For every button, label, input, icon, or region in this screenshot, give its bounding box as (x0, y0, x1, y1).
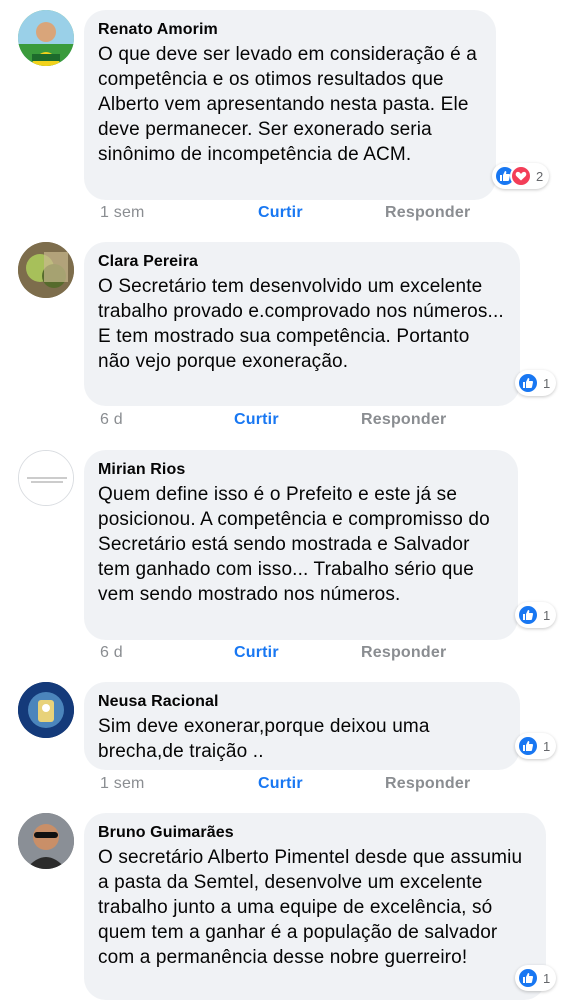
comment-actions: 1 sem Curtir Responder (100, 775, 520, 797)
comment-bubble: Neusa Racional Sim deve exonerar,porque … (84, 682, 520, 770)
like-reaction-icon (517, 372, 539, 394)
like-button[interactable]: Curtir (258, 204, 303, 222)
like-button[interactable]: Curtir (234, 411, 279, 429)
avatar[interactable] (18, 813, 74, 869)
like-reaction-icon (517, 967, 539, 989)
avatar[interactable] (18, 450, 74, 506)
comment-text: O secretário Alberto Pimentel desde que … (98, 847, 523, 968)
love-reaction-icon (510, 165, 532, 187)
reaction-summary[interactable]: 1 (515, 733, 557, 759)
comment-bubble: Bruno Guimarães O secretário Alberto Pim… (84, 813, 546, 1000)
comment-timestamp[interactable]: 1 sem (100, 775, 145, 793)
comment-timestamp[interactable]: 6 d (100, 411, 123, 429)
avatar[interactable] (18, 10, 74, 66)
reply-button[interactable]: Responder (385, 775, 470, 793)
avatar[interactable] (18, 242, 74, 298)
reaction-count: 2 (536, 168, 544, 184)
avatar[interactable] (18, 682, 74, 738)
avatar-photo-icon (18, 242, 74, 298)
comment-author[interactable]: Clara Pereira (98, 252, 504, 272)
comment-author[interactable]: Mirian Rios (98, 460, 502, 480)
reaction-summary[interactable]: 1 (515, 602, 557, 628)
like-reaction-icon (517, 735, 539, 757)
reaction-summary[interactable]: 1 (515, 370, 557, 396)
avatar-photo-icon (18, 813, 74, 869)
reaction-count: 1 (543, 970, 551, 986)
comment-author[interactable]: Bruno Guimarães (98, 823, 530, 843)
comment-bubble: Mirian Rios Quem define isso é o Prefeit… (84, 450, 518, 640)
comment-actions: 6 d Curtir Responder (100, 411, 520, 433)
reaction-count: 1 (543, 375, 551, 391)
reply-button[interactable]: Responder (385, 204, 470, 222)
comment-text: Sim deve exonerar,porque deixou uma brec… (98, 716, 430, 762)
avatar-photo-icon (19, 451, 73, 505)
reply-button[interactable]: Responder (361, 411, 446, 429)
comment-timestamp[interactable]: 6 d (100, 644, 123, 662)
reaction-count: 1 (543, 738, 551, 754)
comment-actions: 1 sem Curtir Responder (100, 204, 520, 226)
comment-actions: 6 d Curtir Responder (100, 644, 520, 666)
comment-text: Quem define isso é o Prefeito e este já … (98, 484, 490, 605)
reaction-summary[interactable]: 2 (492, 163, 550, 189)
comment-timestamp[interactable]: 1 sem (100, 204, 145, 222)
avatar-photo-icon (18, 682, 74, 738)
comment-bubble: Clara Pereira O Secretário tem desenvolv… (84, 242, 520, 406)
reaction-summary[interactable]: 1 (515, 965, 557, 991)
like-reaction-icon (517, 604, 539, 626)
like-button[interactable]: Curtir (234, 644, 279, 662)
avatar-photo-icon (18, 10, 74, 66)
like-button[interactable]: Curtir (258, 775, 303, 793)
comment-author[interactable]: Renato Amorim (98, 20, 480, 40)
comment-text: O Secretário tem desenvolvido um excelen… (98, 276, 504, 372)
comment-author[interactable]: Neusa Racional (98, 692, 504, 712)
reply-button[interactable]: Responder (361, 644, 446, 662)
reaction-count: 1 (543, 607, 551, 623)
comment-bubble: Renato Amorim O que deve ser levado em c… (84, 10, 496, 200)
comment-text: O que deve ser levado em consideração é … (98, 44, 477, 165)
